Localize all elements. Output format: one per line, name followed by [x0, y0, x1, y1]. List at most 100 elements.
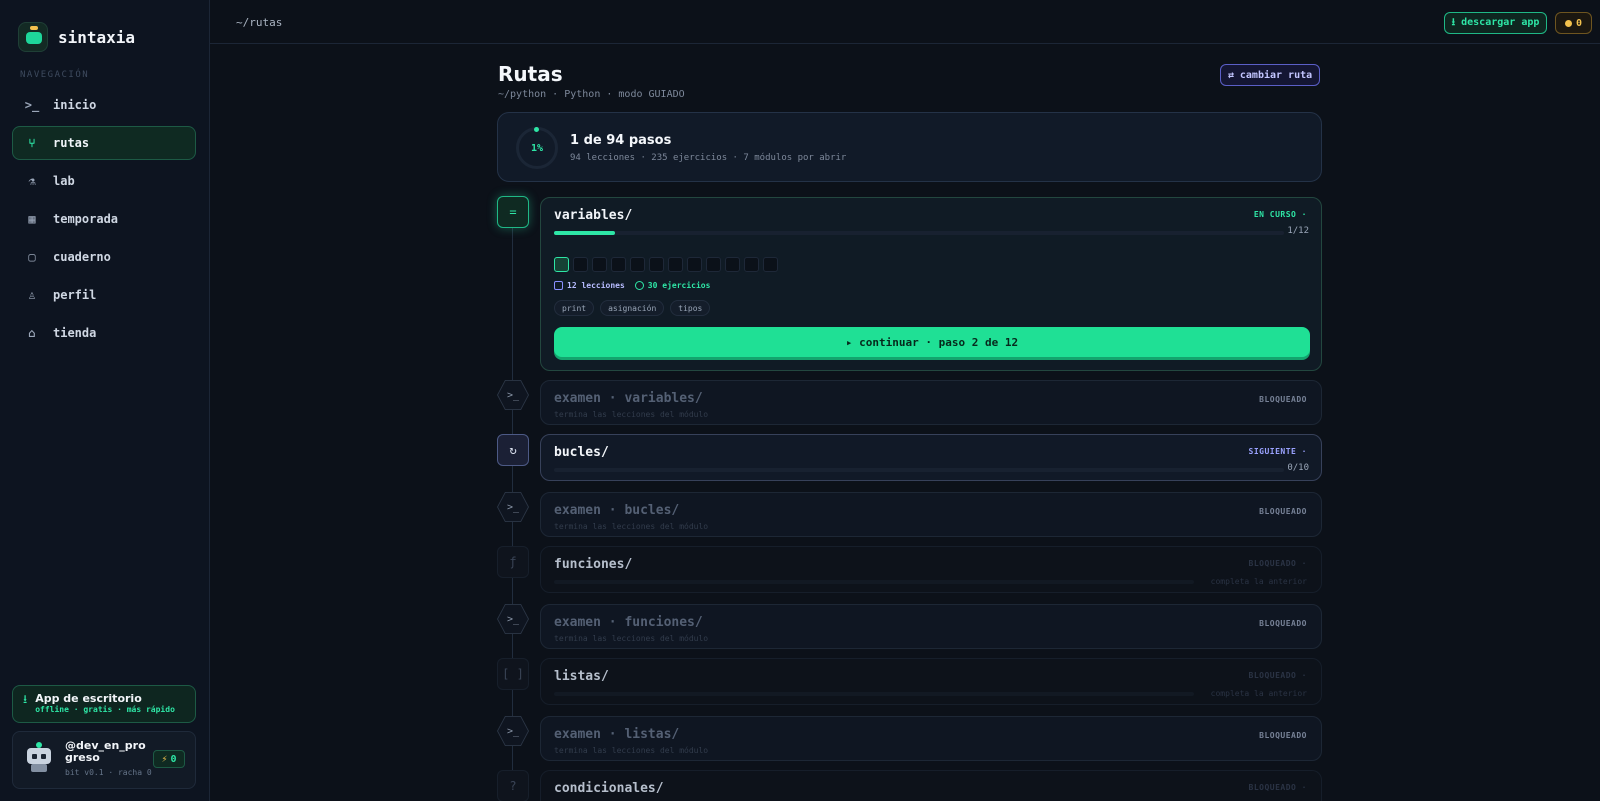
lesson-icon	[554, 281, 563, 290]
calendar-icon: ▦	[28, 212, 36, 226]
module-card-listas[interactable]: listas/ BLOQUEADO · completa la anterior	[540, 658, 1322, 705]
step-square[interactable]	[592, 257, 607, 272]
progress-summary-card: 1% 1 de 94 pasos 94 lecciones · 235 ejer…	[497, 112, 1322, 182]
exam-node-listas[interactable]: >_	[497, 715, 529, 747]
sidebar-item-rutas[interactable]: ⑂ rutas	[12, 126, 196, 160]
sidebar-item-perfil[interactable]: ♙ perfil	[12, 278, 196, 312]
module-node-funciones[interactable]: ƒ	[497, 546, 529, 578]
tag: tipos	[670, 300, 711, 316]
terminal-icon: >_	[498, 492, 528, 522]
change-route-button[interactable]: ⇄ cambiar ruta	[1220, 64, 1320, 86]
module-status: BLOQUEADO ·	[1248, 783, 1307, 792]
coin-icon	[1564, 19, 1572, 27]
module-card-condicionales[interactable]: condicionales/ BLOQUEADO ·	[540, 770, 1322, 801]
user-card[interactable]: @dev_en_progreso bit v0.1 · racha 0 ⚡ 0	[12, 731, 196, 789]
book-icon: ▢	[28, 250, 36, 264]
step-square[interactable]	[668, 257, 683, 272]
sidebar-item-label: lab	[53, 174, 75, 188]
module-status: SIGUIENTE ·	[1248, 447, 1307, 456]
terminal-icon: >_	[498, 380, 528, 410]
page-title: Rutas	[498, 62, 563, 86]
exam-card-listas[interactable]: examen · listas/ termina las lecciones d…	[540, 716, 1322, 761]
exam-hint: termina las lecciones del módulo	[554, 522, 709, 531]
exam-title: examen · funciones/	[554, 615, 703, 630]
exercises-count: 30 ejercicios	[634, 281, 711, 290]
exam-status: BLOQUEADO	[1259, 395, 1307, 404]
terminal-icon: >_	[498, 604, 528, 634]
topbar: ~/rutas ⭳ descargar app 0	[210, 0, 1600, 44]
exam-card-funciones[interactable]: examen · funciones/ termina las leccione…	[540, 604, 1322, 649]
download-app-button[interactable]: ⭳ descargar app	[1444, 12, 1547, 34]
progress-ring-dot	[534, 127, 539, 132]
coins-button[interactable]: 0	[1555, 12, 1592, 34]
module-locked-hint: completa la anterior	[1210, 577, 1307, 586]
sidebar-item-label: rutas	[53, 136, 90, 150]
exam-card-bucles[interactable]: examen · bucles/ termina las lecciones d…	[540, 492, 1322, 537]
sidebar-item-label: temporada	[53, 212, 119, 226]
exam-card-variables[interactable]: examen · variables/ termina las leccione…	[540, 380, 1322, 425]
module-progress-count: 1/12	[1287, 226, 1309, 236]
brand[interactable]: sintaxia	[18, 22, 135, 52]
module-progress-bar	[554, 692, 1194, 696]
coin-count: 0	[1575, 17, 1583, 29]
avatar	[25, 742, 53, 772]
module-node-listas[interactable]: [ ]	[497, 658, 529, 690]
progress-subtitle: 94 lecciones · 235 ejercicios · 7 módulo…	[570, 153, 847, 163]
user-icon: ♙	[28, 288, 36, 302]
exam-title: examen · listas/	[554, 727, 680, 742]
breadcrumb: ~/rutas	[236, 16, 283, 29]
step-square[interactable]	[744, 257, 759, 272]
sidebar: sintaxia NAVEGACIÓN >_ inicio ⑂ rutas ⚗ …	[0, 0, 210, 801]
exam-node-variables[interactable]: >_	[497, 379, 529, 411]
step-square[interactable]	[706, 257, 721, 272]
module-card-variables[interactable]: variables/ EN CURSO · 1/12 12 lecciones …	[540, 197, 1322, 371]
store-icon: ⌂	[28, 326, 36, 340]
step-square[interactable]	[687, 257, 702, 272]
streak-count: 0	[170, 753, 177, 765]
step-square[interactable]	[725, 257, 740, 272]
brand-name: sintaxia	[58, 27, 136, 47]
question-icon: ?	[509, 779, 517, 793]
sidebar-item-label: inicio	[53, 98, 97, 112]
module-card-bucles[interactable]: bucles/ SIGUIENTE · 0/10	[540, 434, 1322, 481]
step-square[interactable]	[611, 257, 626, 272]
sidebar-item-cuaderno[interactable]: ▢ cuaderno	[12, 240, 196, 274]
sidebar-item-temporada[interactable]: ▦ temporada	[12, 202, 196, 236]
user-subtitle: bit v0.1 · racha 0	[65, 768, 152, 777]
module-node-condicionales[interactable]: ?	[497, 770, 529, 801]
progress-percent: 1%	[530, 142, 544, 154]
exam-hint: termina las lecciones del módulo	[554, 634, 709, 643]
sidebar-item-tienda[interactable]: ⌂ tienda	[12, 316, 196, 350]
step-square[interactable]	[649, 257, 664, 272]
step-square[interactable]	[763, 257, 778, 272]
lessons-count: 12 lecciones	[554, 281, 625, 290]
lessons-label: 12 lecciones	[567, 281, 625, 290]
exam-hint: termina las lecciones del módulo	[554, 746, 709, 755]
exam-node-funciones[interactable]: >_	[497, 603, 529, 635]
step-square[interactable]	[573, 257, 588, 272]
sidebar-nav: >_ inicio ⑂ rutas ⚗ lab ▦ temporada ▢ cu…	[12, 88, 196, 354]
module-title: variables/	[554, 208, 633, 223]
equals-icon: =	[509, 205, 517, 219]
desktop-app-card[interactable]: ⭳ App de escritorio offline · gratis · m…	[12, 685, 196, 723]
streak-badge: ⚡ 0	[153, 750, 185, 768]
exercises-label: 30 ejercicios	[647, 281, 711, 290]
sidebar-item-lab[interactable]: ⚗ lab	[12, 164, 196, 198]
user-handle: @dev_en_progreso	[65, 739, 146, 764]
module-status: BLOQUEADO ·	[1248, 671, 1307, 680]
exam-title: examen · variables/	[554, 391, 703, 406]
step-square[interactable]	[554, 257, 569, 272]
flask-icon: ⚗	[28, 174, 36, 188]
module-progress-bar	[554, 231, 1284, 235]
module-card-funciones[interactable]: funciones/ BLOQUEADO · completa la anter…	[540, 546, 1322, 593]
exam-node-bucles[interactable]: >_	[497, 491, 529, 523]
step-square[interactable]	[630, 257, 645, 272]
sidebar-item-inicio[interactable]: >_ inicio	[12, 88, 196, 122]
continue-button[interactable]: ▸ continuar · paso 2 de 12	[554, 327, 1310, 357]
module-node-variables[interactable]: =	[497, 196, 529, 228]
module-progress-fill	[554, 231, 615, 235]
module-node-bucles[interactable]: ↻	[497, 434, 529, 466]
sidebar-item-label: cuaderno	[53, 250, 111, 264]
module-meta: 12 lecciones 30 ejercicios	[554, 281, 710, 290]
exercise-icon	[634, 281, 644, 290]
